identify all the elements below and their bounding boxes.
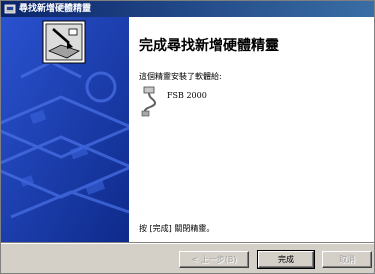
- divider: [1, 242, 374, 244]
- hardware-wizard-window: 尋找新增硬體精靈 完成尋找新增硬體精靈 這個精靈安裝了軟體給: FSB 2000…: [0, 0, 375, 274]
- finish-hint: 按 [完成] 關閉精靈。: [139, 224, 215, 233]
- window-title: 尋找新增硬體精靈: [19, 4, 92, 14]
- hardware-wizard-illustration: [1, 17, 129, 242]
- finish-button[interactable]: 完成: [257, 250, 315, 269]
- device-item: FSB 2000: [139, 85, 207, 119]
- wizard-icon: [4, 4, 16, 14]
- install-description: 這個精靈安裝了軟體給:: [139, 72, 222, 81]
- cancel-button[interactable]: 取消: [322, 251, 372, 268]
- back-button[interactable]: < 上一步(B): [179, 251, 249, 268]
- wizard-banner: [1, 17, 129, 242]
- page-title: 完成尋找新增硬體精靈: [139, 38, 279, 54]
- title-bar[interactable]: 尋找新增硬體精靈: [1, 1, 374, 17]
- wizard-content: 完成尋找新增硬體精靈 這個精靈安裝了軟體給: FSB 2000 按 [完成] 關…: [129, 17, 374, 242]
- usb-device-icon: [141, 86, 157, 117]
- device-name: FSB 2000: [167, 91, 207, 100]
